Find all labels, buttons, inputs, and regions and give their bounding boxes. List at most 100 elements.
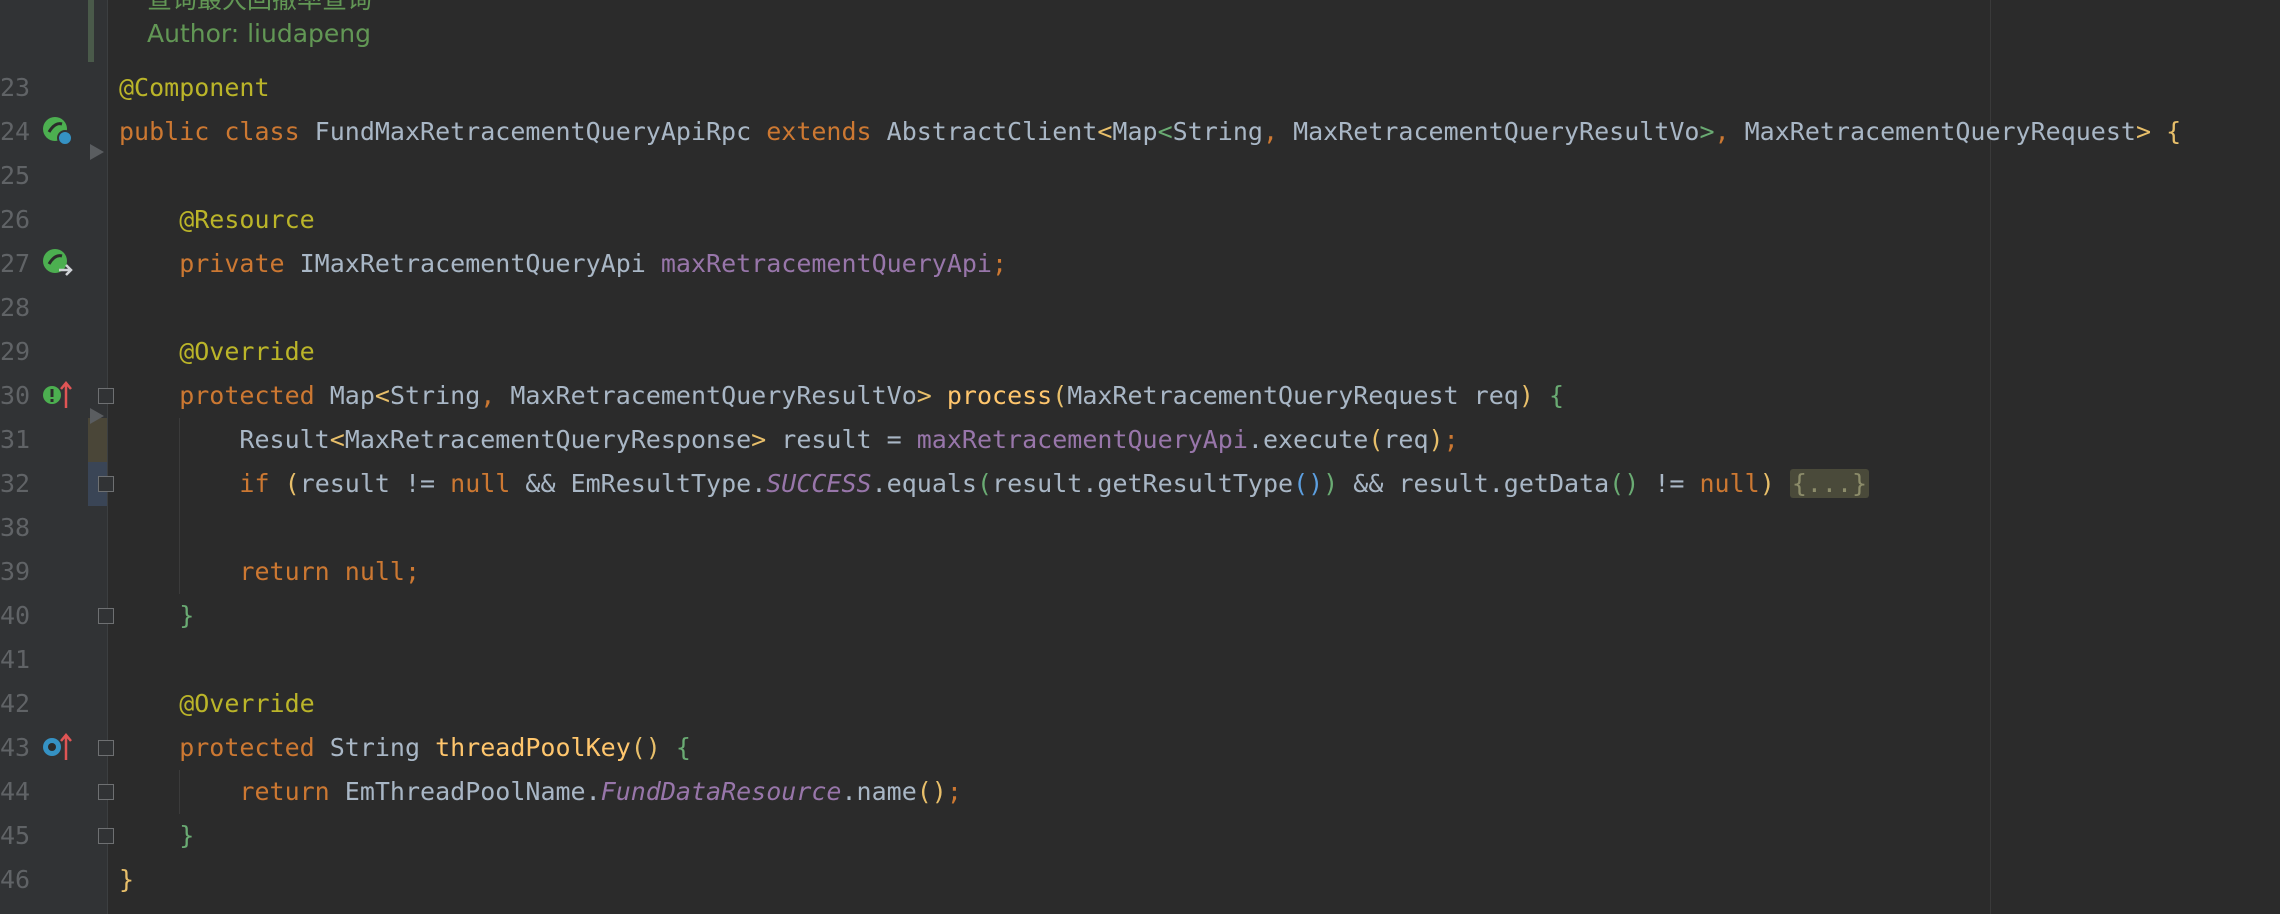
code-line[interactable]: 28 bbox=[0, 286, 2280, 330]
code-token: , bbox=[480, 381, 511, 410]
code-token: MaxRetracementQueryResponse bbox=[344, 425, 752, 454]
line-number[interactable]: 39 bbox=[0, 550, 38, 594]
code-text[interactable]: } bbox=[119, 594, 194, 638]
code-token: () bbox=[1609, 469, 1640, 498]
code-line[interactable]: 44 return EmThreadPoolName.FundDataResou… bbox=[0, 770, 2280, 814]
code-token: Map bbox=[329, 381, 375, 410]
line-number[interactable]: 46 bbox=[0, 858, 38, 902]
line-number[interactable]: 27 bbox=[0, 242, 38, 286]
line-number[interactable]: 29 bbox=[0, 330, 38, 374]
line-number[interactable]: 44 bbox=[0, 770, 38, 814]
line-number[interactable]: 26 bbox=[0, 198, 38, 242]
code-text[interactable]: if (result != null && EmResultType.SUCCE… bbox=[119, 462, 1870, 506]
code-line[interactable]: 43 protected String threadPoolKey() { bbox=[0, 726, 2280, 770]
code-token: result != bbox=[299, 469, 451, 498]
code-line[interactable]: 41 bbox=[0, 638, 2280, 682]
line-number[interactable]: 28 bbox=[0, 286, 38, 330]
line-number[interactable]: 40 bbox=[0, 594, 38, 638]
implements-method-icon[interactable] bbox=[40, 378, 74, 412]
code-token: MaxRetracementQueryRequest req bbox=[1067, 381, 1519, 410]
code-token: FundDataResource bbox=[600, 777, 842, 806]
overrides-method-icon[interactable] bbox=[40, 730, 74, 764]
code-line[interactable]: 23 @Component bbox=[0, 66, 2280, 110]
code-token: > bbox=[916, 381, 947, 410]
code-token: () bbox=[630, 733, 676, 762]
line-number[interactable]: 32 bbox=[0, 462, 38, 506]
code-line[interactable]: 45 } bbox=[0, 814, 2280, 858]
code-token: ; bbox=[946, 777, 962, 806]
code-text[interactable]: Result<MaxRetracementQueryResponse> resu… bbox=[119, 418, 1458, 462]
fold-toggle-icon[interactable] bbox=[98, 784, 114, 800]
code-token: result.getResultType bbox=[992, 469, 1294, 498]
code-token: .execute bbox=[1247, 425, 1369, 454]
fold-toggle-icon[interactable] bbox=[98, 608, 114, 624]
fold-expand-icon[interactable] bbox=[98, 476, 114, 492]
fold-toggle-icon[interactable] bbox=[98, 740, 114, 756]
code-line[interactable]: 31 Result<MaxRetracementQueryResponse> r… bbox=[0, 418, 2280, 462]
code-token: EmThreadPoolName. bbox=[344, 777, 601, 806]
folded-region[interactable]: {...} bbox=[1789, 469, 1870, 498]
fold-caret-icon[interactable] bbox=[90, 408, 104, 424]
line-number[interactable]: 25 bbox=[0, 154, 38, 198]
line-number[interactable]: 38 bbox=[0, 506, 38, 550]
code-line[interactable]: 25 bbox=[0, 154, 2280, 198]
code-token: String bbox=[389, 381, 481, 410]
spring-autowire-icon[interactable] bbox=[40, 246, 74, 280]
line-number[interactable]: 41 bbox=[0, 638, 38, 682]
code-token: @Component bbox=[119, 73, 270, 102]
line-number[interactable]: 45 bbox=[0, 814, 38, 858]
code-token: < bbox=[1157, 117, 1173, 146]
code-line[interactable]: 38 bbox=[0, 506, 2280, 550]
code-token: , bbox=[1714, 117, 1745, 146]
fold-caret-icon[interactable] bbox=[90, 144, 104, 160]
spring-bean-icon[interactable] bbox=[40, 114, 74, 148]
code-token: threadPoolKey bbox=[435, 733, 631, 762]
code-token: ( bbox=[976, 469, 993, 498]
code-line[interactable]: 40 } bbox=[0, 594, 2280, 638]
code-token: String bbox=[329, 733, 436, 762]
code-token: , bbox=[1262, 117, 1294, 146]
code-token: public class bbox=[119, 117, 315, 146]
fold-toggle-icon[interactable] bbox=[98, 828, 114, 844]
code-text[interactable]: @Override bbox=[119, 682, 314, 726]
code-token: { bbox=[1548, 381, 1564, 410]
code-token: private bbox=[119, 249, 300, 278]
code-text[interactable]: @Component bbox=[119, 66, 270, 110]
line-number[interactable]: 24 bbox=[0, 110, 38, 154]
code-line[interactable]: 46} bbox=[0, 858, 2280, 902]
code-token: ( bbox=[1368, 425, 1384, 454]
line-number[interactable]: 43 bbox=[0, 726, 38, 770]
code-text[interactable]: public class FundMaxRetracementQueryApiR… bbox=[119, 110, 2181, 154]
doc-comment-bar bbox=[88, 0, 94, 62]
line-number[interactable]: 30 bbox=[0, 374, 38, 418]
line-number[interactable]: 23 bbox=[0, 66, 38, 110]
code-text[interactable]: return null; bbox=[119, 550, 420, 594]
code-text[interactable]: private IMaxRetracementQueryApi maxRetra… bbox=[119, 242, 1007, 286]
code-token: < bbox=[374, 381, 390, 410]
code-line[interactable]: 39 return null; bbox=[0, 550, 2280, 594]
code-line[interactable]: 29 @Override bbox=[0, 330, 2280, 374]
code-line[interactable]: 42 @Override bbox=[0, 682, 2280, 726]
code-text[interactable]: return EmThreadPoolName.FundDataResource… bbox=[119, 770, 962, 814]
code-token: MaxRetracementQueryResultVo bbox=[510, 381, 917, 410]
line-number[interactable]: 42 bbox=[0, 682, 38, 726]
code-token: < bbox=[1097, 117, 1113, 146]
code-token: < bbox=[329, 425, 345, 454]
code-text[interactable]: protected Map<String, MaxRetracementQuer… bbox=[119, 374, 1564, 418]
code-editor[interactable]: 查询最大回撤率查询 Author: liudapeng 23@Component… bbox=[0, 0, 2280, 914]
code-token: MaxRetracementQueryResultVo bbox=[1293, 117, 1700, 146]
fold-toggle-icon[interactable] bbox=[98, 388, 114, 404]
code-text[interactable]: protected String threadPoolKey() { bbox=[119, 726, 691, 770]
code-text[interactable]: } bbox=[119, 858, 134, 902]
code-text[interactable]: } bbox=[119, 814, 194, 858]
line-number[interactable]: 31 bbox=[0, 418, 38, 462]
code-text[interactable]: @Override bbox=[119, 330, 314, 374]
code-token: ) bbox=[1323, 469, 1339, 498]
code-line[interactable]: 30 protected Map<String, MaxRetracementQ… bbox=[0, 374, 2280, 418]
code-line[interactable]: 26 @Resource bbox=[0, 198, 2280, 242]
code-line[interactable]: 32 if (result != null && EmResultType.SU… bbox=[0, 462, 2280, 506]
code-line[interactable]: 27 private IMaxRetracementQueryApi maxRe… bbox=[0, 242, 2280, 286]
code-text[interactable]: @Resource bbox=[119, 198, 314, 242]
code-token: result = bbox=[781, 425, 917, 454]
code-line[interactable]: 24 public class FundMaxRetracementQueryAp… bbox=[0, 110, 2280, 154]
